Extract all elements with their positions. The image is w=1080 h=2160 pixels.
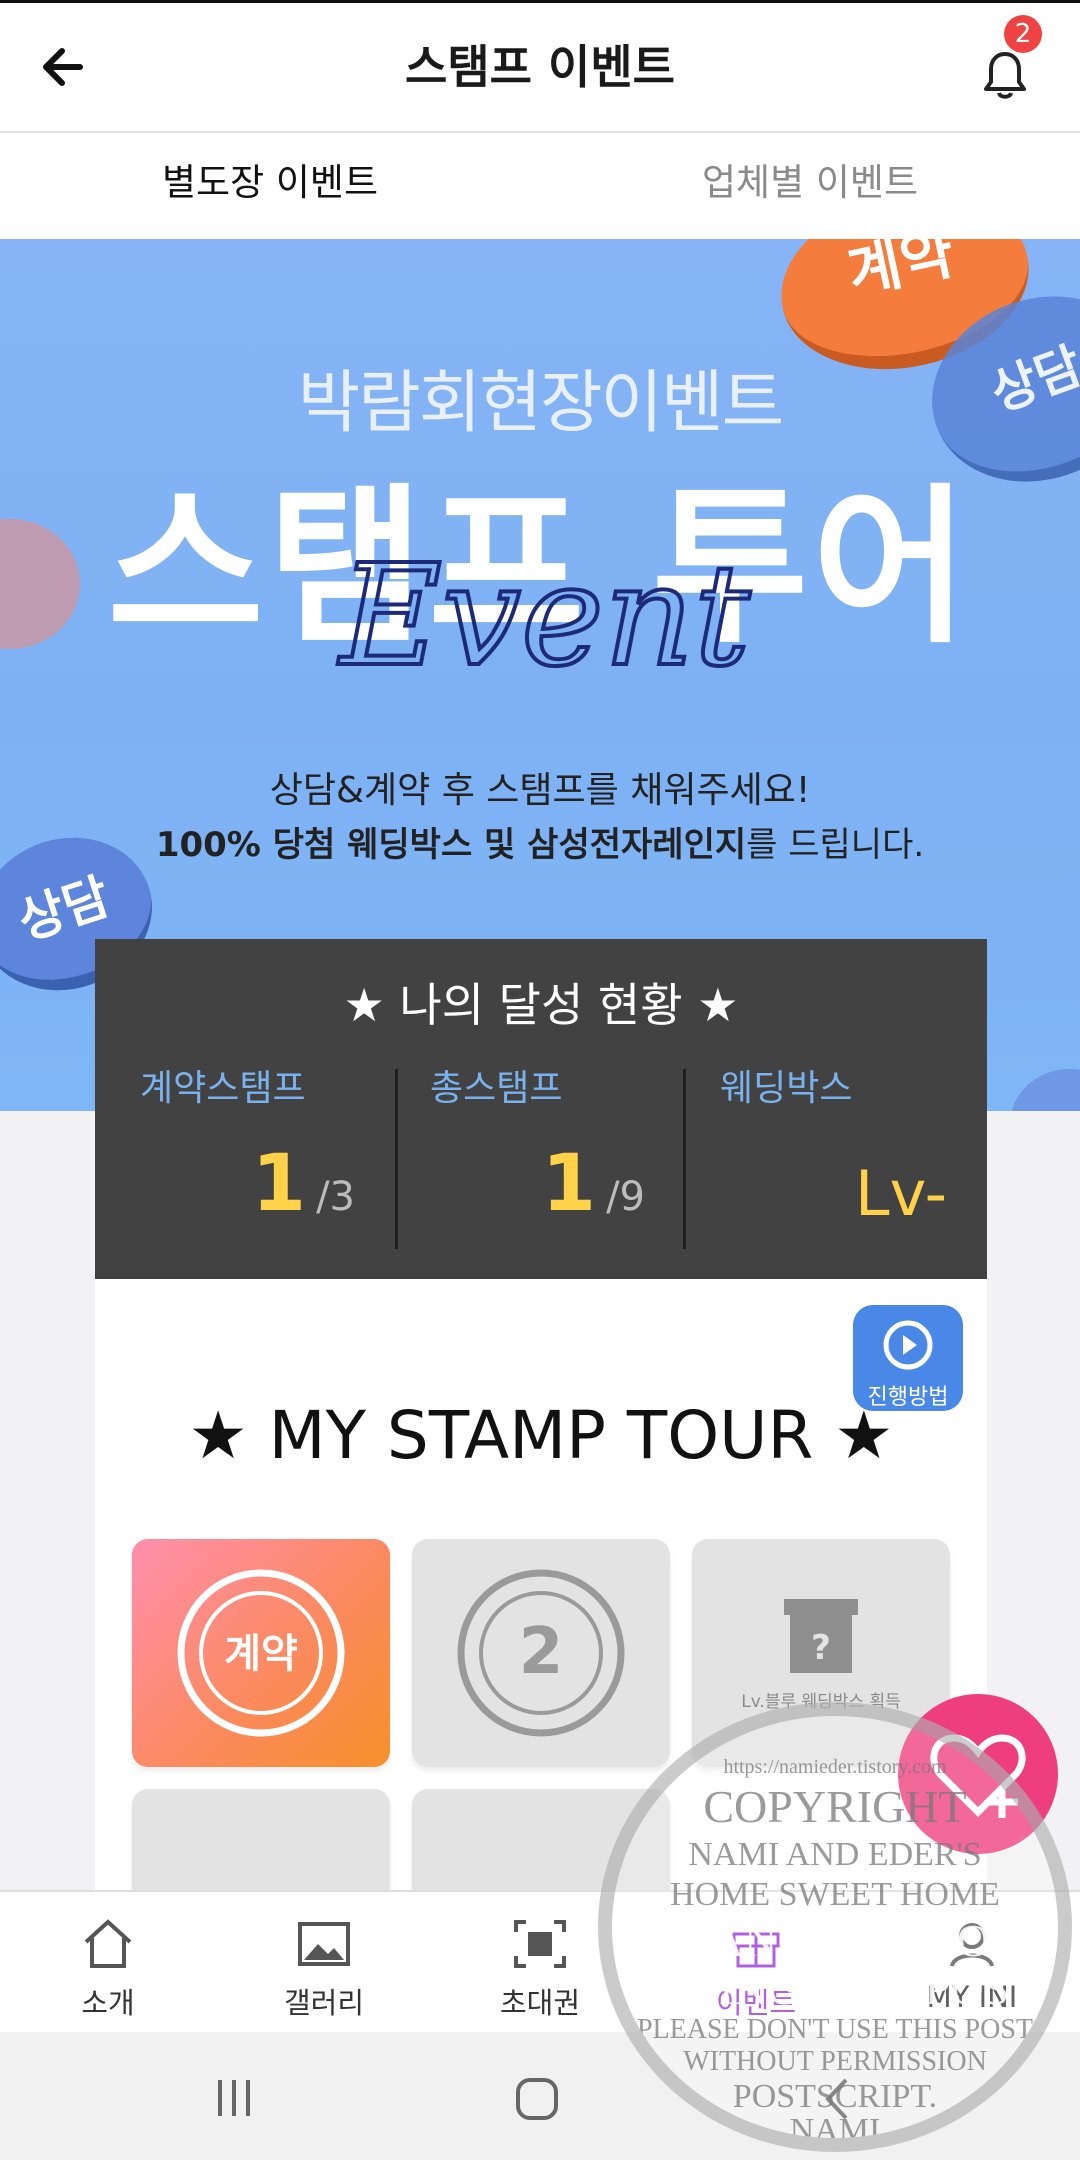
stat-level: Lv-: [855, 1157, 947, 1230]
total-stamp-stat: 총스탬프 1/9: [385, 1059, 675, 1279]
stat-label: 계약스탬프: [140, 1068, 306, 1109]
scan-icon: [514, 1920, 566, 1968]
svg-text:2: 2: [519, 1615, 564, 1689]
svg-text:Event: Event: [337, 535, 751, 698]
stamp-tour-title: ★ MY STAMP TOUR ★: [188, 1397, 894, 1474]
wedding-box-stat: 웨딩박스 Lv-: [675, 1059, 987, 1279]
stat-label: 총스탬프: [430, 1068, 563, 1109]
nav-item-intro[interactable]: 소개: [0, 1892, 216, 2034]
svg-text:?: ?: [811, 1628, 831, 1668]
home-button-icon[interactable]: [514, 2076, 560, 2122]
stamp-tile-2[interactable]: 2: [412, 1539, 670, 1767]
image-icon: [298, 1922, 350, 1966]
contract-stamp-stat: 계약스탬프 1/3: [95, 1059, 385, 1279]
stat-value: 1/9: [541, 1139, 645, 1229]
stat-label: 웨딩박스: [720, 1068, 853, 1109]
tab-bar: 별도장 이벤트 업체별 이벤트: [0, 133, 1080, 372]
status-title: ★ 나의 달성 현황 ★: [343, 978, 739, 1032]
stamp-tile-contract[interactable]: 계약: [132, 1539, 390, 1767]
hero-line-2: 100% 당첨 웨딩박스 및 삼성전자레인지를 드립니다.: [155, 825, 925, 865]
tab-stamp-event[interactable]: 별도장 이벤트: [0, 133, 540, 239]
nav-item-gallery[interactable]: 갤러리: [216, 1892, 432, 2034]
copyright-watermark: https://namieder.tistory.com COPYRIGHT N…: [598, 1702, 1072, 2152]
svg-text:계약: 계약: [224, 1631, 298, 1677]
contract-stamp-icon: 계약: [177, 1569, 345, 1737]
how-to-button[interactable]: 진행방법: [853, 1305, 963, 1411]
play-icon: [883, 1320, 933, 1370]
event-script-lettering: Event: [335, 533, 753, 700]
recent-apps-icon[interactable]: [212, 2078, 256, 2118]
page-title: 스탬프 이벤트: [405, 40, 675, 94]
stamp-2-icon: 2: [457, 1569, 625, 1737]
stat-value: 1/3: [251, 1139, 355, 1229]
hero-line-1: 상담&계약 후 스탬프를 채워주세요!: [269, 770, 811, 811]
home-icon: [84, 1919, 132, 1968]
notification-badge: 2: [1004, 15, 1042, 53]
app-header: 스탬프 이벤트 2: [0, 0, 1080, 133]
blurred-coin-graphic-right: [1010, 1069, 1080, 1111]
achievement-status-panel: ★ 나의 달성 현황 ★ 계약스탬프 1/3 총스탬프 1/9 웨딩박스 Lv-: [95, 939, 987, 1279]
tab-vendor-event[interactable]: 업체별 이벤트: [540, 133, 1080, 239]
